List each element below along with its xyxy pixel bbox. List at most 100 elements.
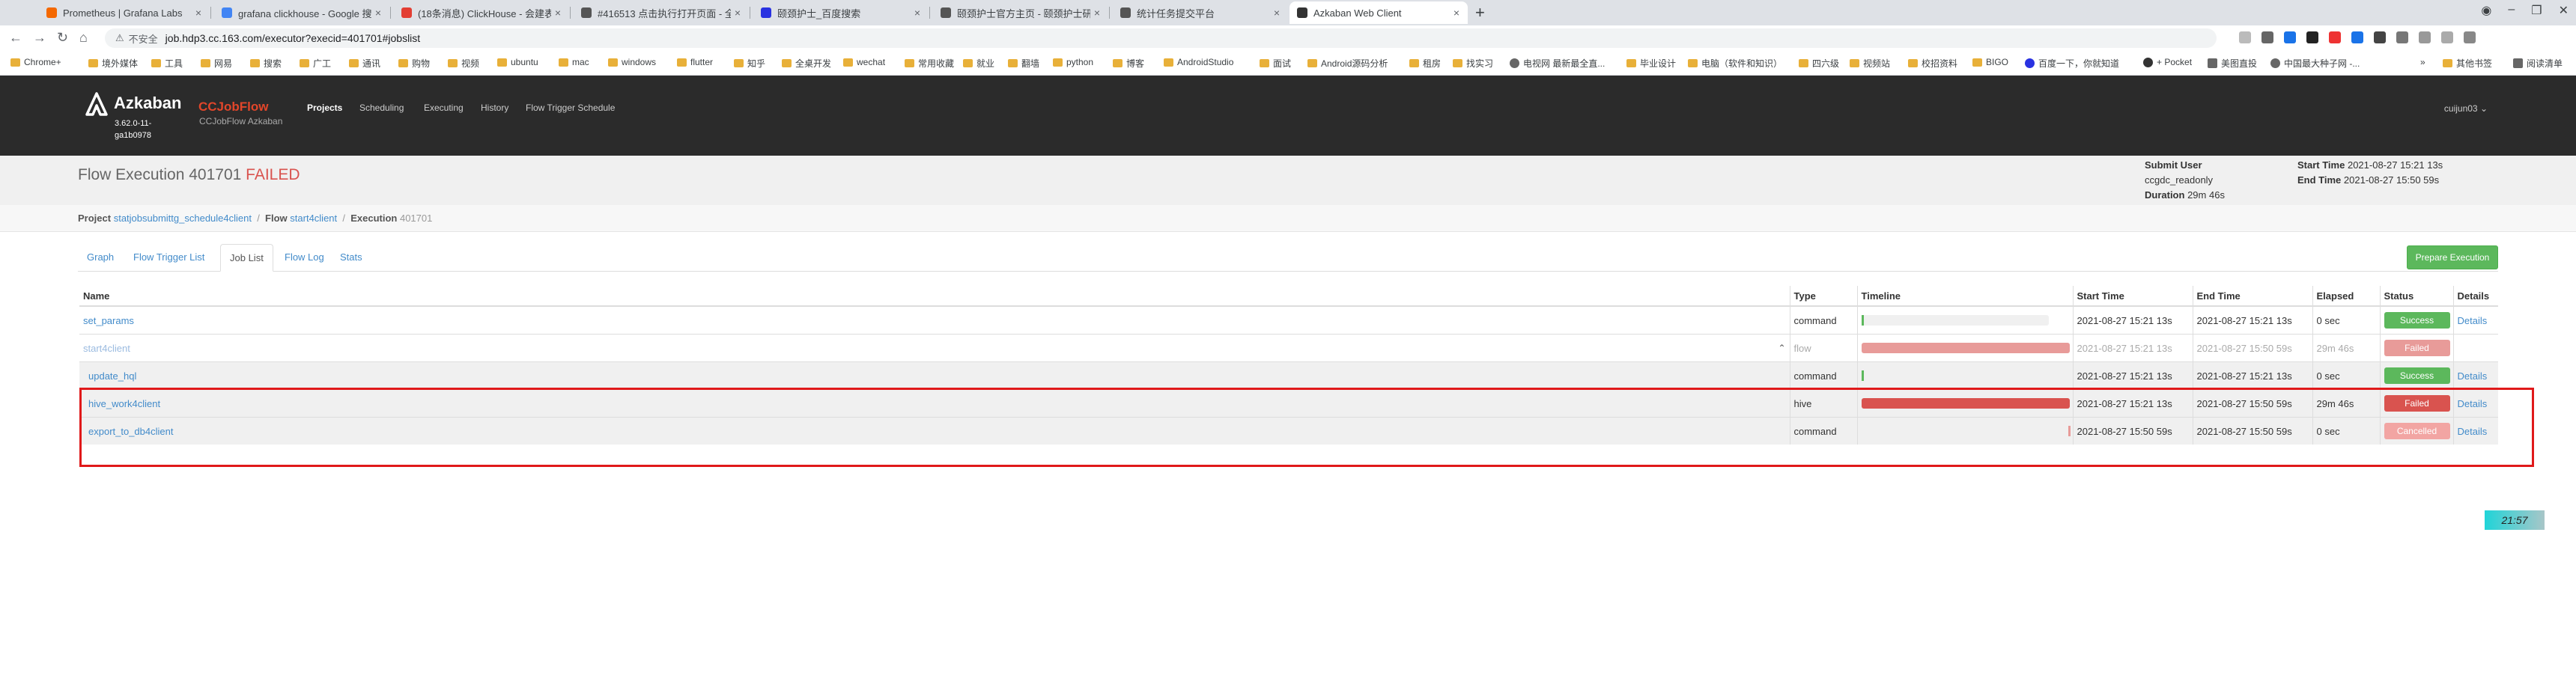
breadcrumb-flow-link[interactable]: start4client xyxy=(290,213,337,224)
browser-tab[interactable]: (18条消息) ClickHouse - 会建表 × xyxy=(394,1,569,24)
bookmark[interactable]: 视频站 xyxy=(1850,57,1890,70)
bookmark[interactable]: ubuntu xyxy=(497,57,538,67)
job-name-link[interactable]: update_hql xyxy=(88,370,136,382)
bookmark[interactable]: 电脑（软件和知识） xyxy=(1688,57,1782,70)
nav-projects[interactable]: Projects xyxy=(307,103,342,113)
bookmark[interactable]: 网易 xyxy=(201,57,232,70)
tab-flow-log[interactable]: Flow Log xyxy=(276,244,333,271)
bookmark[interactable]: 电视网 最新最全直... xyxy=(1510,57,1605,70)
back-arrow-icon[interactable]: ← xyxy=(9,30,22,46)
bookmark[interactable]: 工具 xyxy=(151,57,183,70)
bookmark[interactable]: 视频 xyxy=(448,57,479,70)
bookmark[interactable]: 找实习 xyxy=(1453,57,1493,70)
extension-icon[interactable] xyxy=(2284,31,2296,43)
bookmark[interactable]: 百度一下，你就知道 xyxy=(2025,57,2119,70)
bookmark[interactable]: 其他书签 xyxy=(2443,57,2492,70)
close-tab-icon[interactable]: × xyxy=(551,7,565,19)
bookmark[interactable]: 翻墙 xyxy=(1008,57,1039,70)
new-tab-button[interactable]: + xyxy=(1475,3,1485,22)
bookmark[interactable]: 四六级 xyxy=(1799,57,1839,70)
bookmark[interactable]: 毕业设计 xyxy=(1626,57,1676,70)
tab-graph[interactable]: Graph xyxy=(78,244,123,271)
browser-tab[interactable]: 颐颈护士_百度搜索 × xyxy=(753,1,929,24)
bookmark[interactable]: 常用收藏 xyxy=(905,57,954,70)
prepare-execution-button[interactable]: Prepare Execution xyxy=(2407,245,2498,269)
browser-tab[interactable]: #416513 点击执行打开页面 - 全 × xyxy=(574,1,749,24)
bookmark[interactable]: mac xyxy=(559,57,589,67)
extension-icon[interactable] xyxy=(2396,31,2408,43)
bookmark[interactable]: 美图直投 xyxy=(2208,57,2257,70)
bookmark[interactable]: python xyxy=(1053,57,1093,67)
nav-flow-trigger-schedule[interactable]: Flow Trigger Schedule xyxy=(526,103,615,113)
address-bar[interactable]: ⚠ 不安全 job.hdp3.cc.163.com/executor?execi… xyxy=(105,28,2217,48)
bookmark[interactable]: BIGO xyxy=(1972,57,2008,67)
bookmark[interactable]: 中国最大种子网 -... xyxy=(2270,57,2360,70)
bookmark[interactable]: 就业 xyxy=(963,57,994,70)
menu-icon[interactable] xyxy=(2464,31,2476,43)
warning-icon[interactable]: ⚠ xyxy=(115,32,124,44)
bookmark[interactable]: 阅读清单 xyxy=(2513,57,2563,70)
bookmark[interactable]: Chrome+ xyxy=(10,57,61,67)
profile-icon[interactable]: ◉ xyxy=(2481,3,2491,18)
extension-icon[interactable] xyxy=(2261,31,2273,43)
nav-scheduling[interactable]: Scheduling xyxy=(359,103,404,113)
bookmark[interactable]: 境外媒体 xyxy=(88,57,138,70)
user-menu[interactable]: cuijun03 ⌄ xyxy=(2444,103,2488,114)
bookmark[interactable]: windows xyxy=(608,57,656,67)
forward-arrow-icon[interactable]: → xyxy=(33,30,46,46)
close-tab-icon[interactable]: × xyxy=(911,7,924,19)
tab-job-list[interactable]: Job List xyxy=(220,244,273,272)
close-tab-icon[interactable]: × xyxy=(731,7,744,19)
close-tab-icon[interactable]: × xyxy=(192,7,205,19)
browser-tab[interactable]: grafana clickhouse - Google 搜 × xyxy=(214,1,389,24)
extension-icon[interactable] xyxy=(2329,31,2341,43)
bookmark[interactable]: wechat xyxy=(843,57,885,67)
browser-tab-active[interactable]: Azkaban Web Client × xyxy=(1289,1,1468,24)
nav-executing[interactable]: Executing xyxy=(424,103,464,113)
bookmark[interactable]: Android源码分析 xyxy=(1307,57,1388,70)
extension-icon[interactable] xyxy=(2374,31,2386,43)
job-name-link[interactable]: start4client xyxy=(83,343,130,354)
breadcrumb-project-link[interactable]: statjobsubmittg_schedule4client xyxy=(114,213,252,224)
brand-name[interactable]: Azkaban xyxy=(114,94,181,113)
reading-list-icon[interactable] xyxy=(2441,31,2453,43)
collapse-chevron-up-icon[interactable]: ⌃ xyxy=(1778,343,1785,353)
nav-history[interactable]: History xyxy=(481,103,508,113)
close-window-icon[interactable]: ✕ xyxy=(2559,3,2569,18)
tab-flow-trigger-list[interactable]: Flow Trigger List xyxy=(124,244,213,271)
details-link[interactable]: Details xyxy=(2458,315,2488,326)
extensions-puzzle-icon[interactable] xyxy=(2419,31,2431,43)
tab-stats[interactable]: Stats xyxy=(331,244,371,271)
home-icon[interactable]: ⌂ xyxy=(79,30,88,46)
job-name-link[interactable]: set_params xyxy=(83,315,134,326)
bookmark[interactable]: + Pocket xyxy=(2143,57,2192,67)
bookmark[interactable]: 通讯 xyxy=(349,57,380,70)
close-tab-icon[interactable]: × xyxy=(1270,7,1284,19)
bookmark[interactable]: 租房 xyxy=(1409,57,1441,70)
bookmark[interactable]: 广工 xyxy=(300,57,331,70)
bookmark[interactable]: 博客 xyxy=(1113,57,1144,70)
bookmark[interactable]: AndroidStudio xyxy=(1164,57,1233,67)
browser-tab[interactable]: 统计任务提交平台 × xyxy=(1113,1,1288,24)
url-text[interactable]: job.hdp3.cc.163.com/executor?execid=4017… xyxy=(165,32,421,44)
close-tab-icon[interactable]: × xyxy=(371,7,385,19)
bookmark[interactable]: 知乎 xyxy=(734,57,765,70)
azkaban-logo-icon[interactable] xyxy=(84,92,109,117)
close-tab-icon[interactable]: × xyxy=(1090,7,1104,19)
floating-clock-widget[interactable]: 21:57 xyxy=(2485,510,2545,530)
browser-tab[interactable]: Prometheus | Grafana Labs × xyxy=(39,1,210,24)
browser-tab[interactable]: 颐颈护士官方主页 - 颐颈护士研 × xyxy=(933,1,1108,24)
bookmark[interactable]: 面试 xyxy=(1260,57,1291,70)
bookmark[interactable]: flutter xyxy=(677,57,713,67)
extension-icon[interactable] xyxy=(2239,31,2251,43)
maximize-icon[interactable]: ❐ xyxy=(2531,3,2542,18)
reload-icon[interactable]: ↻ xyxy=(57,30,68,46)
bookmark[interactable]: 全桌开发 xyxy=(782,57,831,70)
details-link[interactable]: Details xyxy=(2458,370,2488,382)
bookmark[interactable]: 校招资料 xyxy=(1908,57,1957,70)
extension-icon[interactable] xyxy=(2351,31,2363,43)
bookmark[interactable]: 搜索 xyxy=(250,57,282,70)
bookmarks-overflow-button[interactable]: » xyxy=(2420,57,2425,67)
bookmark[interactable]: 购物 xyxy=(398,57,430,70)
minimize-icon[interactable]: – xyxy=(2508,3,2515,18)
